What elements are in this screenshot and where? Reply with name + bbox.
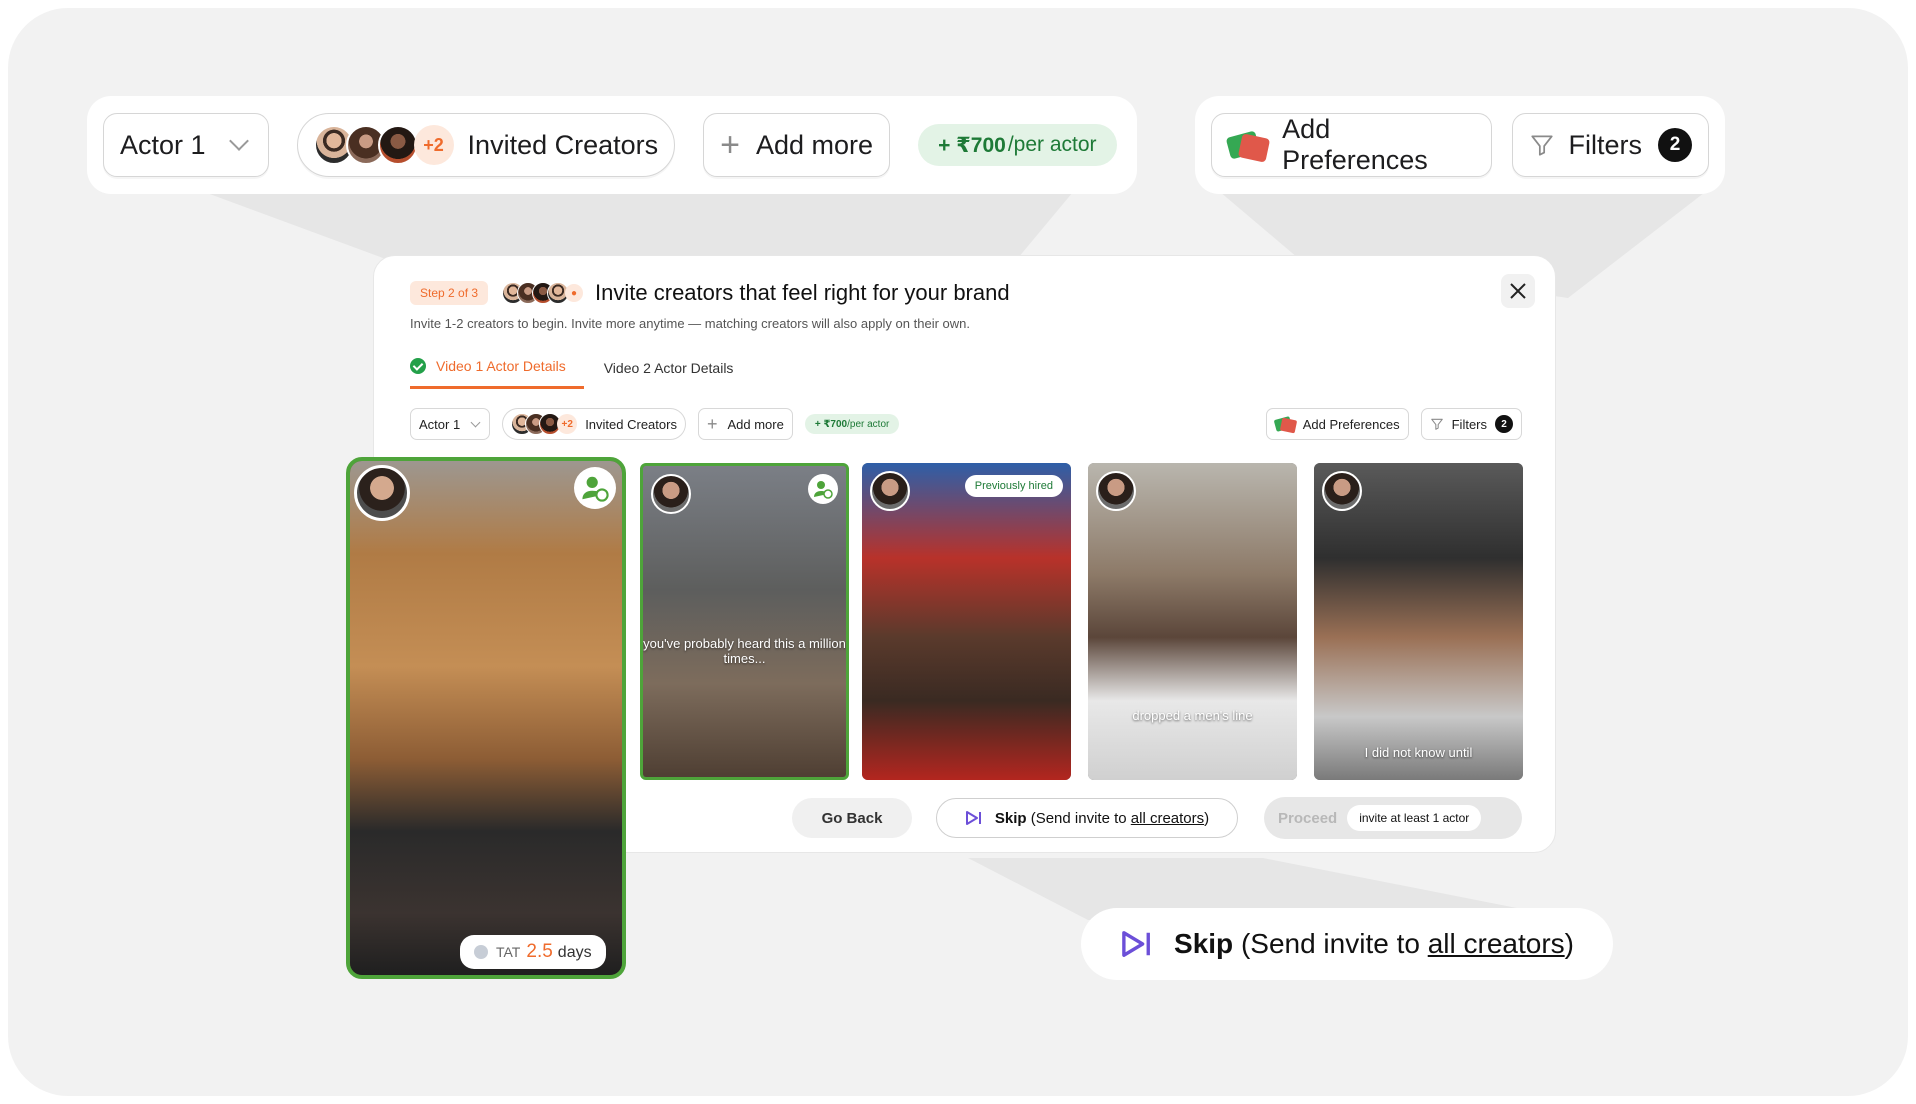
- price-value: + ₹700: [938, 133, 1006, 157]
- plus-icon: +: [720, 126, 740, 164]
- header-avatars: ●: [502, 282, 584, 304]
- creator-card[interactable]: you've probably heard this a million tim…: [640, 463, 849, 780]
- price-badge: + ₹700/per actor: [804, 414, 900, 434]
- all-creators-link[interactable]: all creators: [1428, 928, 1565, 959]
- clock-icon: [474, 945, 488, 959]
- invited-user-icon: [808, 474, 838, 504]
- price-unit: /per actor: [847, 418, 890, 430]
- close-button[interactable]: [1501, 274, 1535, 308]
- video-caption: you've probably heard this a million tim…: [643, 636, 846, 666]
- add-preferences-button[interactable]: Add Preferences: [1265, 408, 1409, 440]
- tab-label: Video 1 Actor Details: [436, 358, 566, 374]
- chevron-down-icon: [228, 131, 249, 151]
- tat-badge: TAT 2.5 days: [460, 935, 606, 969]
- previously-hired-badge: Previously hired: [964, 475, 1063, 497]
- price-badge: + ₹700/per actor: [918, 124, 1117, 166]
- proceed-hint: invite at least 1 actor: [1347, 805, 1482, 831]
- skip-label: Skip: [994, 809, 1027, 827]
- filters-button[interactable]: Filters 2: [1420, 408, 1522, 440]
- skip-button[interactable]: Skip (Send invite to all creators): [936, 798, 1238, 838]
- modal-title: Invite creators that feel right for your…: [595, 280, 1010, 305]
- video-tabs: Video 1 Actor Details Video 2 Actor Deta…: [410, 348, 771, 389]
- invited-creators-button[interactable]: +2 Invited Creators: [502, 408, 686, 440]
- video-thumbnail: [350, 461, 622, 975]
- add-preferences-label: Add Preferences: [1302, 416, 1400, 432]
- invited-avatars: +2: [313, 125, 454, 165]
- price-value: + ₹700: [814, 418, 848, 430]
- filters-label: Filters: [1568, 129, 1643, 160]
- preferences-icon: [1225, 128, 1271, 163]
- featured-creator-card[interactable]: TAT 2.5 days: [346, 457, 626, 979]
- add-more-button[interactable]: + Add more: [703, 113, 891, 177]
- tat-unit: days: [557, 944, 592, 961]
- filters-button[interactable]: Filters 2: [1511, 113, 1709, 177]
- actor-select[interactable]: Actor 1: [410, 408, 491, 440]
- zoomed-toolbar: Actor 1 +2 Invited Creators + Add more +…: [87, 96, 1137, 194]
- person-icon: ●: [565, 284, 584, 302]
- avatar: [870, 471, 910, 511]
- skip-icon: [965, 811, 981, 825]
- avatar: [1322, 471, 1362, 511]
- invited-more-count: +2: [557, 414, 578, 434]
- creator-card[interactable]: Previously hired: [862, 463, 1071, 780]
- video-caption: dropped a men's line: [1132, 708, 1253, 723]
- close-icon: [1510, 283, 1526, 299]
- modal-header: Step 2 of 3 ● Invite creators that feel …: [410, 280, 1010, 306]
- add-preferences-label: Add Preferences: [1282, 114, 1428, 175]
- actor-select[interactable]: Actor 1: [103, 113, 269, 177]
- skip-prefix: (Send invite to: [1030, 809, 1131, 827]
- check-icon: [410, 358, 426, 374]
- add-more-label: Add more: [756, 129, 874, 160]
- skip-icon: [1122, 931, 1150, 957]
- invited-user-icon: [574, 467, 616, 509]
- filter-icon: [1430, 418, 1443, 430]
- filters-count-badge: 2: [1658, 128, 1692, 162]
- actor-select-label: Actor 1: [120, 129, 206, 160]
- preferences-icon: [1273, 415, 1297, 434]
- all-creators-link[interactable]: all creators: [1131, 810, 1204, 827]
- skip-prefix: (Send invite to: [1240, 928, 1428, 959]
- tab-video-1[interactable]: Video 1 Actor Details: [410, 348, 584, 389]
- invited-creators-label: Invited Creators: [467, 129, 659, 160]
- proceed-button[interactable]: Proceed invite at least 1 actor: [1264, 797, 1522, 839]
- price-unit: /per actor: [1007, 133, 1097, 156]
- add-preferences-button[interactable]: Add Preferences: [1211, 113, 1492, 177]
- actor-select-label: Actor 1: [419, 416, 461, 432]
- go-back-button[interactable]: Go Back: [792, 798, 912, 838]
- tab-label: Video 2 Actor Details: [603, 359, 734, 376]
- add-more-label: Add more: [727, 416, 784, 432]
- invited-creators-label: Invited Creators: [585, 416, 677, 432]
- tat-label: TAT: [496, 944, 521, 960]
- chevron-down-icon: [470, 417, 481, 427]
- creator-card[interactable]: dropped a men's line: [1088, 463, 1297, 780]
- add-more-button[interactable]: + Add more: [697, 408, 793, 440]
- tab-video-2[interactable]: Video 2 Actor Details: [604, 348, 752, 389]
- invited-creators-button[interactable]: +2 Invited Creators: [296, 113, 676, 177]
- zoomed-toolbar-right: Add Preferences Filters 2: [1195, 96, 1725, 194]
- skip-suffix: ): [1204, 809, 1210, 827]
- video-caption: I did not know until: [1364, 745, 1473, 760]
- skip-callout[interactable]: Skip (Send invite to all creators): [1081, 908, 1613, 980]
- avatar: [651, 474, 691, 514]
- plus-icon: +: [706, 414, 718, 434]
- invited-avatars: +2: [511, 413, 578, 435]
- skip-label: Skip: [1174, 928, 1234, 959]
- modal-toolbar: Actor 1 +2 Invited Creators + Add more +…: [410, 408, 1522, 440]
- invited-more-count: +2: [413, 125, 454, 165]
- creator-card[interactable]: I did not know until: [1314, 463, 1523, 780]
- tat-value: 2.5: [526, 941, 553, 962]
- skip-suffix: ): [1564, 928, 1574, 959]
- filters-count-badge: 2: [1495, 415, 1513, 433]
- avatar: [1096, 471, 1136, 511]
- proceed-label: Proceed: [1278, 809, 1338, 827]
- filter-icon: [1530, 135, 1553, 156]
- modal-subtitle: Invite 1-2 creators to begin. Invite mor…: [410, 316, 970, 331]
- avatar: [377, 125, 418, 165]
- step-badge: Step 2 of 3: [410, 281, 489, 305]
- avatar: [354, 465, 410, 521]
- filters-label: Filters: [1451, 416, 1487, 432]
